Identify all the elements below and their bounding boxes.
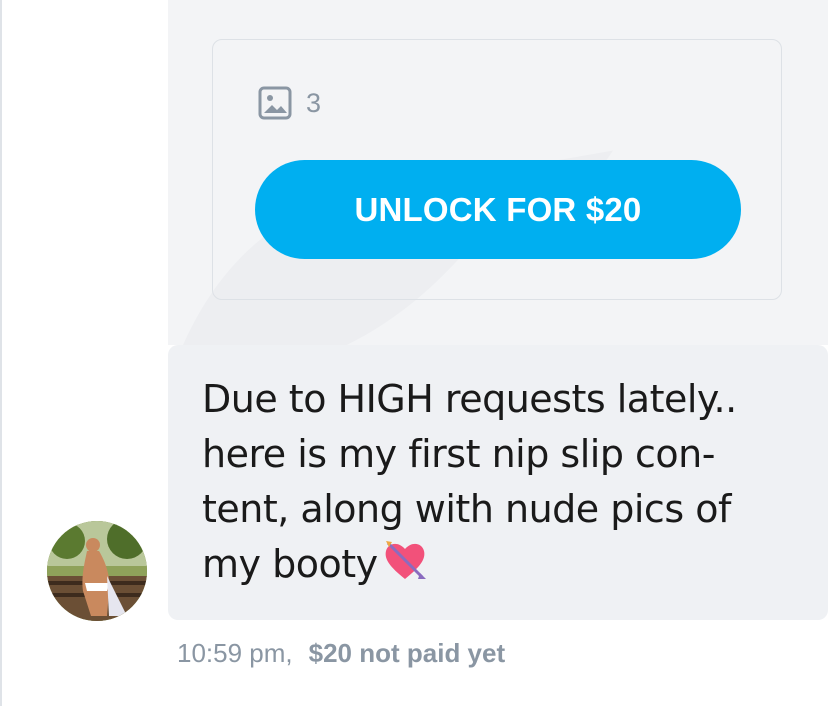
message-time: 10:59 pm, [177, 638, 293, 668]
payment-status: $20 not paid yet [308, 638, 506, 668]
message-line: here is my first nip slip con- [202, 432, 715, 476]
image-icon [258, 86, 292, 120]
media-count: 3 [258, 86, 321, 120]
avatar[interactable] [47, 521, 147, 621]
heart-with-arrow-icon [385, 541, 426, 579]
message-line: Due to HIGH requests lately.. [202, 377, 737, 421]
message-line-text: my booty [202, 542, 378, 586]
media-count-value: 3 [306, 87, 322, 118]
message-line: my booty [202, 537, 802, 592]
message-line: tent, along with nude pics of [202, 487, 731, 531]
unlock-button[interactable]: UNLOCK FOR $20 [255, 160, 741, 259]
avatar-photo [47, 521, 147, 621]
message-meta: 10:59 pm, $20 not paid yet [177, 638, 505, 669]
message-text: Due to HIGH requests lately.. here is my… [202, 372, 802, 592]
sidebar-divider [0, 0, 2, 706]
